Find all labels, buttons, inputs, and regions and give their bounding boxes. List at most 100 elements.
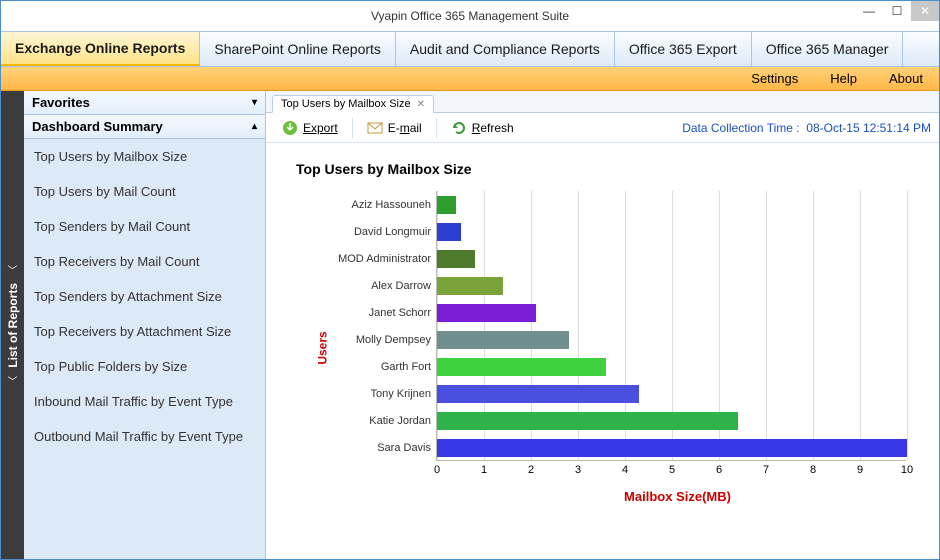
chart-xlabel: Mailbox Size(MB): [436, 489, 919, 504]
gridline: [766, 191, 767, 460]
bar: [437, 385, 639, 403]
sidebar-item[interactable]: Top Public Folders by Size: [24, 349, 265, 384]
doc-tab-label: Top Users by Mailbox Size: [281, 98, 411, 110]
email-button[interactable]: E-mail: [359, 117, 430, 139]
gridline: [813, 191, 814, 460]
body: ﹀ List of Reports ﹀ Favorites ▾ Dashboar…: [1, 91, 939, 559]
navtab-exchange[interactable]: Exchange Online Reports: [1, 32, 200, 66]
export-button[interactable]: Export: [274, 117, 346, 139]
plot-area: 012345678910Aziz HassounehDavid Longmuir…: [436, 191, 906, 461]
bar-row: Janet Schorr: [437, 304, 536, 322]
bar: [437, 277, 503, 295]
help-link[interactable]: Help: [830, 71, 857, 86]
bar: [437, 331, 569, 349]
settings-link[interactable]: Settings: [751, 71, 798, 86]
x-tick: 3: [575, 464, 581, 476]
sidebar-item[interactable]: Outbound Mail Traffic by Event Type: [24, 419, 265, 454]
sidebar-item[interactable]: Inbound Mail Traffic by Event Type: [24, 384, 265, 419]
main-panel: Top Users by Mailbox Size ✕ Export E-mai: [266, 91, 939, 559]
vertical-bar[interactable]: ﹀ List of Reports ﹀: [1, 91, 24, 559]
sidebar-item[interactable]: Top Senders by Mail Count: [24, 209, 265, 244]
mail-icon: [367, 120, 383, 136]
bar-row: Tony Krijnen: [437, 385, 639, 403]
x-tick: 9: [857, 464, 863, 476]
data-collection-time: Data Collection Time : 08-Oct-15 12:51:1…: [682, 121, 931, 135]
chevron-up-icon: ﹀: [8, 373, 18, 388]
bar: [437, 250, 475, 268]
bar: [437, 412, 738, 430]
ribbon-strip: Settings Help About: [1, 67, 939, 91]
divider: [436, 118, 437, 138]
category-label: Aziz Hassouneh: [317, 199, 437, 211]
export-label-u: Export: [303, 121, 338, 135]
refresh-icon: [451, 120, 467, 136]
bar-row: Sara Davis: [437, 439, 907, 457]
sidebar-item[interactable]: Top Users by Mailbox Size: [24, 139, 265, 174]
x-tick: 6: [716, 464, 722, 476]
app-window: Vyapin Office 365 Management Suite — ☐ ✕…: [0, 0, 940, 560]
x-tick: 7: [763, 464, 769, 476]
bar-row: David Longmuir: [437, 223, 461, 241]
bar-row: Alex Darrow: [437, 277, 503, 295]
close-button[interactable]: ✕: [911, 1, 939, 21]
sidebar-item[interactable]: Top Receivers by Mail Count: [24, 244, 265, 279]
document-tabs: Top Users by Mailbox Size ✕: [266, 91, 939, 113]
x-tick: 10: [901, 464, 913, 476]
nav-tabs: Exchange Online Reports SharePoint Onlin…: [1, 31, 939, 67]
category-label: Katie Jordan: [317, 415, 437, 427]
chart-area: Top Users by Mailbox Size Users 01234567…: [266, 143, 939, 559]
titlebar: Vyapin Office 365 Management Suite — ☐ ✕: [1, 1, 939, 31]
minimize-button[interactable]: —: [855, 1, 883, 21]
chevron-up-icon: ▴: [252, 121, 257, 132]
x-tick: 8: [810, 464, 816, 476]
sidebar-item[interactable]: Top Users by Mail Count: [24, 174, 265, 209]
sidebar-item[interactable]: Top Senders by Attachment Size: [24, 279, 265, 314]
x-tick: 2: [528, 464, 534, 476]
toolbar: Export E-mail Refresh: [266, 113, 939, 143]
sidebar: Favorites ▾ Dashboard Summary ▴ Top User…: [24, 91, 266, 559]
chart-title: Top Users by Mailbox Size: [296, 161, 919, 177]
navtab-export[interactable]: Office 365 Export: [615, 32, 752, 66]
doc-tab[interactable]: Top Users by Mailbox Size ✕: [272, 95, 434, 113]
vbar-label: List of Reports: [6, 283, 20, 368]
category-label: David Longmuir: [317, 226, 437, 238]
bar-row: Katie Jordan: [437, 412, 738, 430]
navtab-sharepoint[interactable]: SharePoint Online Reports: [200, 32, 396, 66]
sidebar-dashboard-header[interactable]: Dashboard Summary ▴: [24, 115, 265, 139]
chart: Users 012345678910Aziz HassounehDavid Lo…: [316, 191, 919, 504]
gridline: [907, 191, 908, 460]
x-tick: 5: [669, 464, 675, 476]
bar: [437, 223, 461, 241]
gridline: [860, 191, 861, 460]
close-icon[interactable]: ✕: [417, 99, 425, 110]
refresh-button[interactable]: Refresh: [443, 117, 522, 139]
category-label: Janet Schorr: [317, 307, 437, 319]
sidebar-favorites-header[interactable]: Favorites ▾: [24, 91, 265, 115]
category-label: Molly Dempsey: [317, 334, 437, 346]
dashboard-label: Dashboard Summary: [32, 119, 163, 134]
x-tick: 0: [434, 464, 440, 476]
navtab-audit[interactable]: Audit and Compliance Reports: [396, 32, 615, 66]
bar: [437, 304, 536, 322]
category-label: Alex Darrow: [317, 280, 437, 292]
bar-row: Aziz Hassouneh: [437, 196, 456, 214]
chevron-down-icon: ▾: [252, 97, 257, 108]
bar: [437, 358, 606, 376]
about-link[interactable]: About: [889, 71, 923, 86]
category-label: Tony Krijnen: [317, 388, 437, 400]
bar-row: MOD Administrator: [437, 250, 475, 268]
sidebar-item[interactable]: Top Receivers by Attachment Size: [24, 314, 265, 349]
favorites-label: Favorites: [32, 95, 90, 110]
sidebar-list: Top Users by Mailbox SizeTop Users by Ma…: [24, 139, 265, 559]
category-label: Garth Fort: [317, 361, 437, 373]
navtab-manager[interactable]: Office 365 Manager: [752, 32, 904, 66]
category-label: Sara Davis: [317, 442, 437, 454]
bar: [437, 439, 907, 457]
divider: [352, 118, 353, 138]
bar-row: Garth Fort: [437, 358, 606, 376]
category-label: MOD Administrator: [317, 253, 437, 265]
x-tick: 4: [622, 464, 628, 476]
x-tick: 1: [481, 464, 487, 476]
maximize-button[interactable]: ☐: [883, 1, 911, 21]
chevron-up-icon: ﹀: [8, 262, 18, 277]
